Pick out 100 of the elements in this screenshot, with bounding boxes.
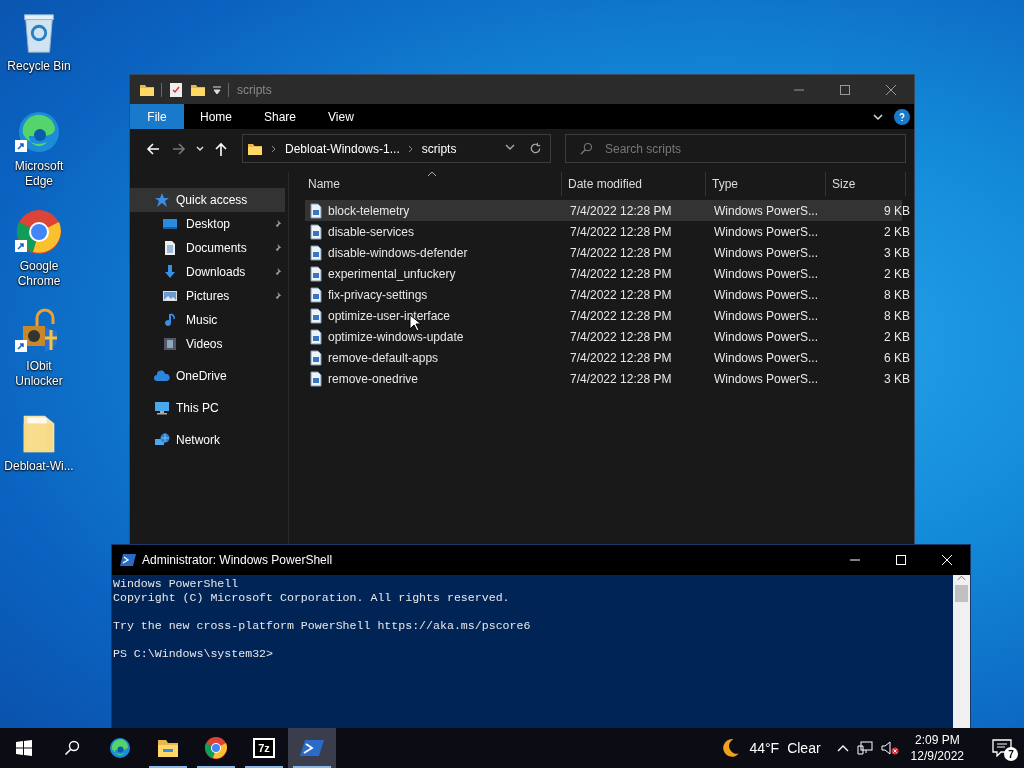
close-icon: [942, 555, 952, 565]
nav-item[interactable]: This PC: [130, 396, 285, 420]
script-file-icon: [308, 223, 324, 240]
chevron-right-icon: [407, 144, 414, 153]
desktop-icon-label[interactable]: Recycle Bin: [1, 59, 77, 74]
desktop-icon-label[interactable]: Microsoft Edge: [1, 159, 77, 189]
scroll-up-icon: [957, 575, 966, 581]
table-cell-text: 6 KB: [883, 350, 910, 365]
console-line: Copyright (C) Microsoft Corporation. All rights reserved.: [113, 591, 511, 605]
console-line: PS C:\Windows\system32>: [113, 647, 275, 661]
nav-item[interactable]: Documents: [130, 236, 285, 260]
address-bar[interactable]: Debloat-Windows-1... scripts: [242, 134, 551, 163]
scrollbar[interactable]: [953, 575, 970, 728]
muted-speaker-icon: [880, 740, 899, 756]
script-file-icon: [308, 328, 324, 345]
nav-item[interactable]: Music: [130, 308, 285, 332]
script-file-icon: [308, 370, 324, 387]
table-cell-text: 7/4/2022 12:28 PM: [569, 350, 673, 365]
temperature[interactable]: 44°F: [749, 740, 780, 756]
properties-icon: [168, 81, 184, 98]
close-icon: [886, 84, 896, 95]
nav-item[interactable]: Desktop: [130, 212, 285, 236]
desktop-icon-label[interactable]: IObit Unlocker: [1, 359, 77, 389]
film-icon: [162, 336, 178, 352]
file-tab[interactable]: File: [130, 104, 184, 129]
table-cell-text: Windows PowerS...: [714, 287, 820, 302]
scrollbar-thumb[interactable]: [955, 585, 968, 602]
ribbon-tab[interactable]: Share: [248, 104, 313, 129]
taskbar-app-button[interactable]: 7z: [240, 728, 288, 768]
clock-time[interactable]: 2:09 PM: [914, 732, 960, 748]
cloud-icon: [154, 368, 170, 384]
table-cell-text: 2 KB: [883, 224, 910, 239]
column-header[interactable]: Date modified: [562, 172, 706, 196]
weather-condition[interactable]: Clear: [787, 740, 821, 756]
question-icon: [897, 111, 907, 122]
music-note-icon: [162, 312, 178, 328]
document-icon: [162, 240, 178, 256]
shortcut-arrow-icon: [15, 140, 27, 152]
caret-icon: [195, 143, 205, 154]
message-icon: [992, 739, 1012, 757]
table-cell-text: 7/4/2022 12:28 PM: [569, 371, 673, 386]
console-line: Windows PowerShell: [113, 577, 240, 591]
maximize-icon: [840, 84, 850, 95]
file-name[interactable]: disable-services: [328, 224, 415, 239]
nav-item[interactable]: Downloads: [130, 260, 285, 284]
column-header[interactable]: Name: [302, 172, 562, 196]
console-line: Try the new cross-platform PowerShell https://aka.ms/pscore6: [113, 619, 532, 633]
nav-item[interactable]: Videos: [130, 332, 285, 356]
table-cell-text: Windows PowerS...: [714, 308, 820, 323]
desktop-icon-label[interactable]: Google Chrome: [1, 259, 77, 289]
table-cell-text: 7/4/2022 12:28 PM: [569, 245, 673, 260]
table-cell-text: Windows PowerS...: [714, 266, 820, 281]
nav-item[interactable]: Pictures: [130, 284, 285, 308]
chrome-logo-icon: [15, 208, 63, 256]
window-title: Administrator: Windows PowerShell: [142, 553, 333, 567]
column-header[interactable]: Type: [706, 172, 826, 196]
clock-date[interactable]: 12/9/2022: [910, 748, 964, 764]
notification-button[interactable]: 7: [980, 728, 1024, 768]
column-header[interactable]: Size: [826, 172, 906, 196]
file-name[interactable]: fix-privacy-settings: [328, 287, 428, 302]
file-name[interactable]: optimize-windows-update: [328, 329, 464, 344]
search-field[interactable]: Search scripts: [565, 134, 906, 163]
ribbon-tab[interactable]: View: [312, 104, 370, 129]
script-file-icon: [308, 307, 324, 324]
desktop-icon: [162, 216, 178, 232]
window-title: scripts: [237, 82, 272, 97]
script-file-icon: [308, 286, 324, 303]
file-name[interactable]: disable-windows-defender: [328, 245, 468, 260]
nav-item[interactable]: Network: [130, 428, 285, 452]
table-cell-text: 2 KB: [883, 329, 910, 344]
table-cell-text: Windows PowerS...: [714, 203, 820, 218]
table-cell-text: 7/4/2022 12:28 PM: [569, 266, 673, 281]
file-name[interactable]: remove-onedrive: [328, 371, 419, 386]
shortcut-arrow-icon: [15, 340, 27, 352]
table-cell-text: Windows PowerS...: [714, 224, 820, 239]
network-icon: [154, 432, 170, 448]
file-name[interactable]: block-telemetry: [328, 203, 410, 218]
picture-icon: [162, 288, 178, 304]
forward-arrow-icon: [171, 140, 187, 157]
table-cell-text: Windows PowerS...: [714, 245, 820, 260]
ribbon-tab[interactable]: Home: [184, 104, 248, 129]
network-icon: [856, 740, 873, 756]
nav-item[interactable]: Quick access: [130, 188, 285, 212]
help-button[interactable]: [894, 108, 910, 125]
dropdown-caret-icon: [505, 142, 515, 152]
table-cell-text: 9 KB: [883, 203, 910, 218]
table-cell-text: 8 KB: [883, 308, 910, 323]
breadcrumb[interactable]: Debloat-Windows-1...: [285, 141, 400, 156]
script-file-icon: [308, 202, 324, 219]
file-name[interactable]: experimental_unfuckery: [328, 266, 456, 281]
chevron-up-icon: [836, 744, 849, 752]
file-name[interactable]: remove-default-apps: [328, 350, 439, 365]
table-cell-text: 3 KB: [883, 371, 910, 386]
desktop-icon-label[interactable]: Debloat-Wi...: [1, 459, 77, 474]
chevron-right-icon: [271, 144, 277, 153]
nav-item[interactable]: OneDrive: [130, 364, 285, 388]
customize-dropdown-icon: [212, 84, 222, 95]
breadcrumb[interactable]: scripts: [421, 141, 457, 156]
file-name[interactable]: optimize-user-interface: [328, 308, 451, 323]
table-cell-text: Windows PowerS...: [714, 329, 820, 344]
